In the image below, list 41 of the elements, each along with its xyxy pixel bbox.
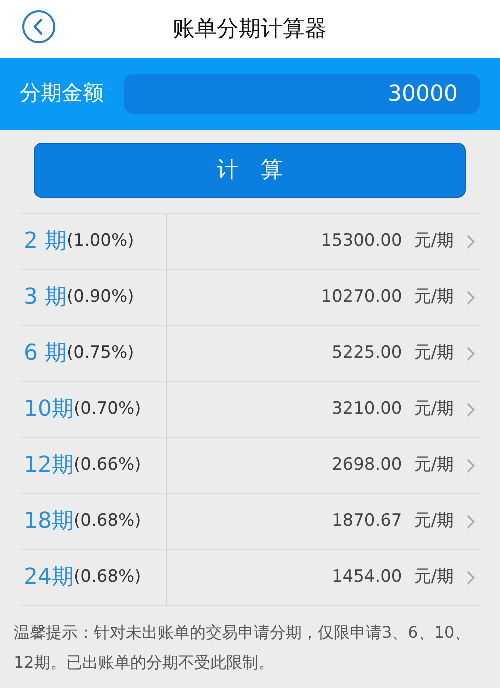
- payment-amount: 2698.00: [332, 454, 402, 477]
- payment-amount: 3210.00: [332, 398, 402, 421]
- field-label: 分期金额: [20, 80, 104, 108]
- rate-label: (0.90%): [67, 286, 134, 309]
- rate-label: (0.68%): [74, 566, 142, 589]
- rate-label: (1.00%): [67, 230, 134, 253]
- term-label: 6 期: [23, 340, 67, 368]
- term-label: 18期: [23, 508, 74, 536]
- chevron-icon[interactable]: [466, 402, 476, 418]
- amount-field[interactable]: 30000: [124, 74, 480, 114]
- chevron-icon[interactable]: [466, 570, 476, 586]
- rate-label: (0.66%): [74, 454, 142, 477]
- rate-label: (0.68%): [74, 510, 142, 533]
- unit-label: 元/期: [414, 510, 454, 533]
- chevron-icon[interactable]: [466, 234, 476, 250]
- unit-label: 元/期: [414, 230, 454, 253]
- payment-amount: 10270.00: [321, 286, 402, 309]
- payment-amount: 5225.00: [332, 342, 402, 365]
- unit-label: 元/期: [414, 566, 454, 589]
- term-label: 2 期: [23, 228, 67, 256]
- term-label: 3 期: [23, 284, 67, 312]
- unit-label: 元/期: [414, 342, 454, 365]
- chevron-icon[interactable]: [466, 290, 476, 306]
- unit-label: 元/期: [414, 398, 454, 421]
- window-title: 账单分期计算器: [173, 16, 327, 44]
- unit-label: 元/期: [414, 454, 454, 477]
- chevron-icon[interactable]: [466, 346, 476, 362]
- tip-text: 温馨提示：针对未出账单的交易申请分期，仅限申请3、6、10、12期。已出账单的分期不受此限制。: [13, 622, 472, 674]
- rate-label: (0.75%): [67, 342, 134, 365]
- rate-label: (0.70%): [74, 398, 142, 421]
- payment-amount: 15300.00: [321, 230, 402, 253]
- chevron-icon[interactable]: [466, 514, 476, 530]
- back-button[interactable]: [22, 10, 56, 44]
- calculate-button[interactable]: 计 算: [34, 143, 466, 198]
- term-label: 12期: [23, 452, 74, 480]
- unit-label: 元/期: [414, 286, 454, 309]
- payment-amount: 1454.00: [332, 566, 402, 589]
- term-label: 24期: [23, 564, 74, 592]
- term-label: 10期: [23, 396, 74, 424]
- payment-amount: 1870.67: [332, 510, 402, 533]
- chevron-icon[interactable]: [466, 458, 476, 474]
